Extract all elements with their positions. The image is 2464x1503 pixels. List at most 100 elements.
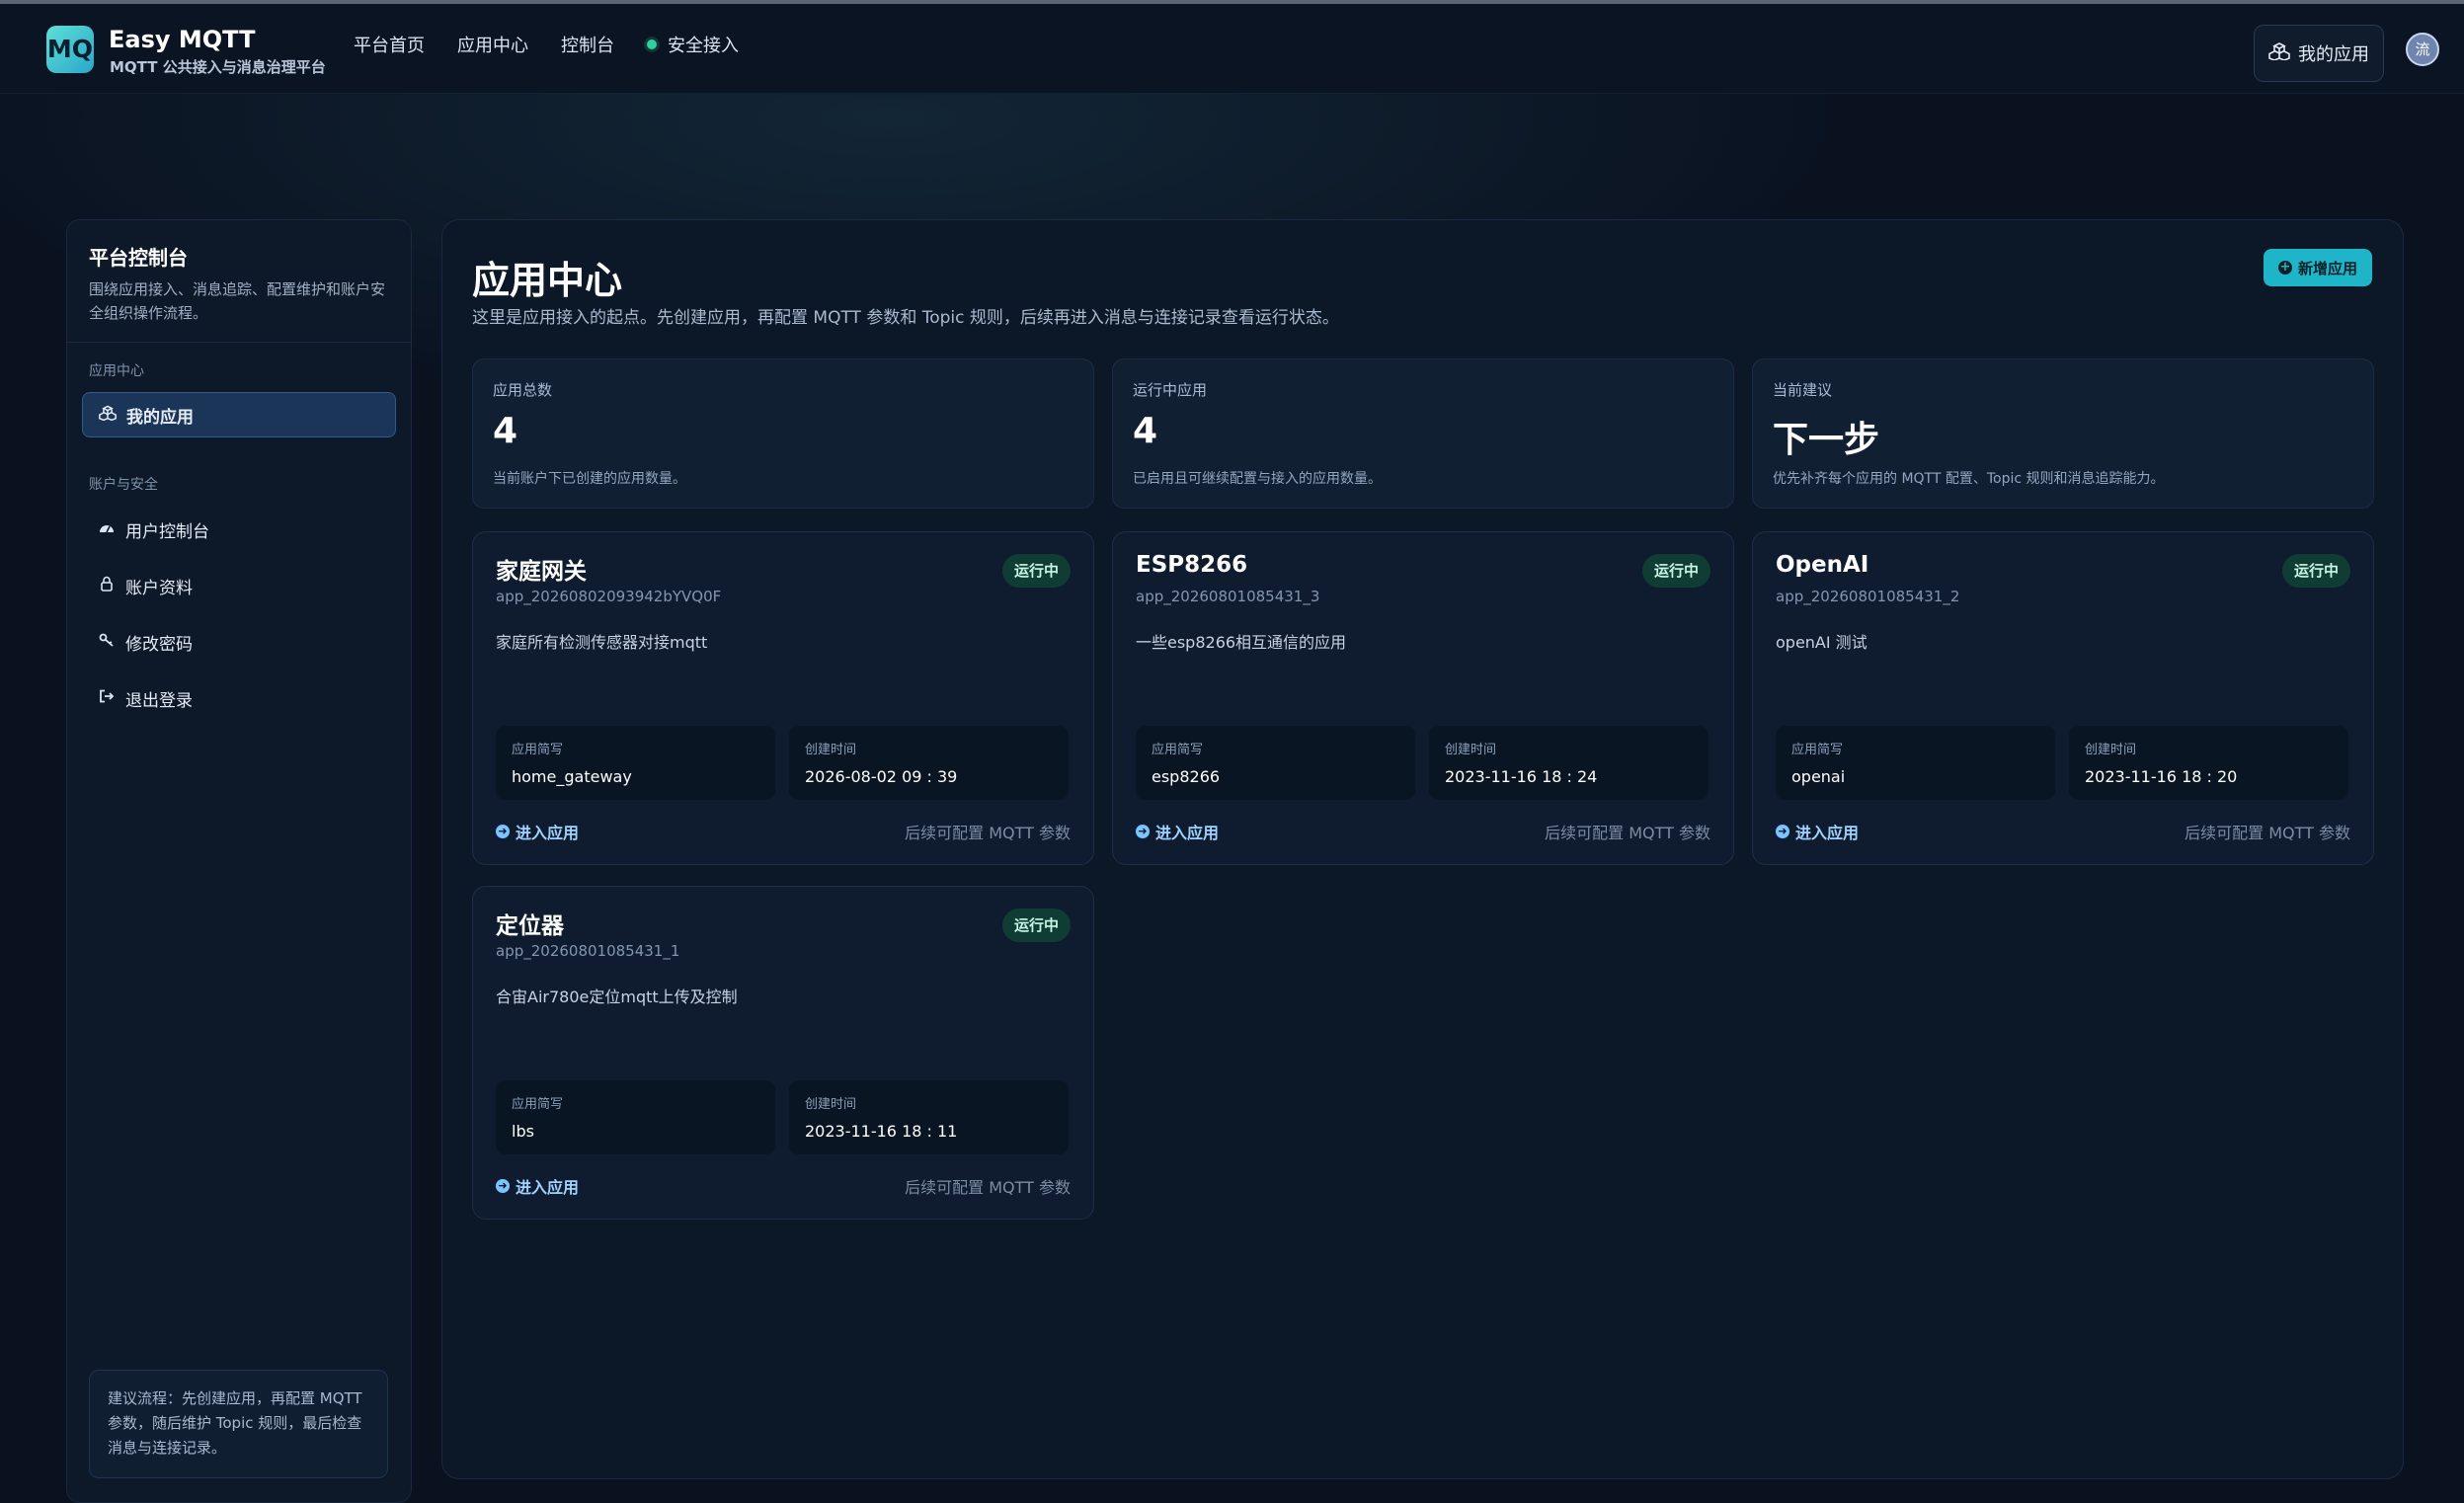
my-apps-button-label: 我的应用 bbox=[2298, 44, 2369, 65]
sidebar-item-profile[interactable]: 账户资料 bbox=[82, 563, 396, 608]
meta-label: 创建时间 bbox=[805, 743, 857, 757]
app-card[interactable]: ESP8266 app_20260801085431_3 运行中 一些esp82… bbox=[1112, 531, 1734, 865]
sidebar-item-label: 退出登录 bbox=[125, 690, 193, 711]
meta-label: 创建时间 bbox=[2085, 743, 2137, 757]
meta-created-time: 创建时间 2023-11-16 18 : 11 bbox=[789, 1080, 1069, 1154]
meta-label: 应用简写 bbox=[512, 1097, 564, 1112]
meta-value: lbs bbox=[512, 1122, 534, 1141]
sidebar-group-account: 账户与安全 bbox=[89, 477, 158, 493]
top-header: MQ Easy MQTT MQTT 公共接入与消息治理平台 平台首页 应用中心 … bbox=[0, 4, 2464, 94]
stat-value: 下一步 bbox=[1773, 420, 1880, 460]
sidebar-item-password[interactable]: 修改密码 bbox=[82, 619, 396, 665]
enter-app-label: 进入应用 bbox=[516, 1178, 580, 1197]
meta-value: 2023-11-16 18 : 24 bbox=[1445, 767, 1598, 786]
sidebar-description: 围绕应用接入、消息追踪、配置维护和账户安全组织操作流程。 bbox=[89, 280, 386, 322]
enter-app-link[interactable]: ➜ 进入应用 bbox=[1776, 820, 1859, 843]
page-title: 应用中心 bbox=[472, 259, 623, 302]
main-panel: 应用中心 这里是应用接入的起点。先创建应用，再配置 MQTT 参数和 Topic… bbox=[441, 219, 2404, 1479]
app-name: 定位器 bbox=[496, 913, 564, 939]
nav-home[interactable]: 平台首页 bbox=[354, 32, 425, 57]
user-icon bbox=[98, 576, 116, 595]
sidebar-title: 平台控制台 bbox=[89, 246, 188, 270]
app-name: 家庭网关 bbox=[496, 559, 587, 585]
status-badge: 运行中 bbox=[1641, 554, 1710, 588]
cubes-icon bbox=[2268, 41, 2290, 65]
arrow-circle-right-icon: ➜ bbox=[1136, 825, 1150, 838]
logo[interactable]: MQ bbox=[46, 26, 94, 73]
sidebar-group-apps: 应用中心 bbox=[89, 363, 144, 379]
meta-short-name: 应用简写 esp8266 bbox=[1136, 726, 1415, 800]
sign-out-icon bbox=[98, 689, 116, 707]
nav-secure-access[interactable]: 安全接入 bbox=[668, 32, 739, 57]
enter-app-link[interactable]: ➜ 进入应用 bbox=[496, 820, 579, 843]
gauge-icon bbox=[98, 520, 116, 538]
app-id: app_20260801085431_2 bbox=[1776, 588, 1960, 605]
sidebar-item-my-apps[interactable]: 我的应用 bbox=[82, 392, 396, 437]
stat-value: 4 bbox=[1133, 411, 1158, 451]
nav-app-center[interactable]: 应用中心 bbox=[457, 32, 528, 57]
new-app-button[interactable]: + 新增应用 bbox=[2264, 249, 2372, 286]
meta-value: 2023-11-16 18 : 11 bbox=[805, 1122, 958, 1141]
app-id: app_20260801085431_1 bbox=[496, 942, 680, 960]
meta-value: openai bbox=[1791, 767, 1846, 786]
sidebar-divider bbox=[67, 342, 411, 343]
avatar[interactable]: 流 bbox=[2406, 33, 2439, 66]
stat-note: 优先补齐每个应用的 MQTT 配置、Topic 规则和消息追踪能力。 bbox=[1773, 471, 2165, 487]
stat-card-suggestion: 当前建议 下一步 优先补齐每个应用的 MQTT 配置、Topic 规则和消息追踪… bbox=[1752, 358, 2374, 509]
app-description: openAI 测试 bbox=[1776, 633, 1868, 652]
status-badge: 运行中 bbox=[1001, 554, 1071, 588]
new-app-button-label: 新增应用 bbox=[2297, 259, 2357, 277]
app-description: 一些esp8266相互通信的应用 bbox=[1136, 633, 1347, 652]
app-card[interactable]: 定位器 app_20260801085431_1 运行中 合宙Air780e定位… bbox=[472, 886, 1094, 1220]
sidebar-item-label: 账户资料 bbox=[125, 578, 193, 598]
app-name: OpenAI bbox=[1776, 552, 1869, 578]
sidebar-item-logout[interactable]: 退出登录 bbox=[82, 675, 396, 721]
green-dot-icon bbox=[647, 40, 657, 49]
status-badge: 运行中 bbox=[1001, 909, 1071, 942]
card-hint: 后续可配置 MQTT 参数 bbox=[905, 824, 1071, 842]
card-hint: 后续可配置 MQTT 参数 bbox=[1545, 824, 1710, 842]
app-name: ESP8266 bbox=[1136, 552, 1248, 578]
meta-created-time: 创建时间 2026-08-02 09 : 39 bbox=[789, 726, 1069, 800]
enter-app-label: 进入应用 bbox=[1795, 824, 1860, 842]
meta-short-name: 应用简写 openai bbox=[1776, 726, 2055, 800]
arrow-circle-right-icon: ➜ bbox=[1776, 825, 1789, 838]
meta-label: 应用简写 bbox=[512, 743, 564, 757]
key-icon bbox=[98, 633, 116, 651]
card-hint: 后续可配置 MQTT 参数 bbox=[2185, 824, 2350, 842]
meta-short-name: 应用简写 lbs bbox=[496, 1080, 775, 1154]
meta-value: 2023-11-16 18 : 20 bbox=[2085, 767, 2238, 786]
meta-created-time: 创建时间 2023-11-16 18 : 20 bbox=[2069, 726, 2348, 800]
my-apps-button[interactable]: 我的应用 bbox=[2254, 25, 2384, 82]
sidebar: 平台控制台 围绕应用接入、消息追踪、配置维护和账户安全组织操作流程。 应用中心 … bbox=[66, 219, 412, 1503]
enter-app-label: 进入应用 bbox=[516, 824, 580, 842]
sidebar-item-label: 我的应用 bbox=[126, 407, 194, 428]
arrow-circle-right-icon: ➜ bbox=[496, 825, 510, 838]
app-description: 家庭所有检测传感器对接mqtt bbox=[496, 633, 708, 652]
stat-label: 运行中应用 bbox=[1133, 381, 1208, 399]
meta-short-name: 应用简写 home_gateway bbox=[496, 726, 775, 800]
page-description: 这里是应用接入的起点。先创建应用，再配置 MQTT 参数和 Topic 规则，后… bbox=[472, 308, 1339, 328]
sidebar-item-label: 修改密码 bbox=[125, 634, 193, 655]
cubes-icon bbox=[99, 405, 117, 425]
nav-console[interactable]: 控制台 bbox=[561, 32, 614, 57]
sidebar-tip: 建议流程：先创建应用，再配置 MQTT 参数，随后维护 Topic 规则，最后检… bbox=[89, 1370, 388, 1478]
meta-value: home_gateway bbox=[512, 767, 632, 786]
stat-note: 已启用且可继续配置与接入的应用数量。 bbox=[1133, 471, 1382, 487]
stat-label: 当前建议 bbox=[1773, 381, 1833, 399]
brand-title[interactable]: Easy MQTT bbox=[109, 26, 255, 53]
stat-label: 应用总数 bbox=[493, 381, 553, 399]
stat-card-running: 运行中应用 4 已启用且可继续配置与接入的应用数量。 bbox=[1112, 358, 1734, 509]
meta-value: esp8266 bbox=[1152, 767, 1221, 786]
app-card[interactable]: OpenAI app_20260801085431_2 运行中 openAI 测… bbox=[1752, 531, 2374, 865]
meta-label: 应用简写 bbox=[1791, 743, 1844, 757]
card-hint: 后续可配置 MQTT 参数 bbox=[905, 1178, 1071, 1197]
sidebar-item-dashboard[interactable]: 用户控制台 bbox=[82, 507, 396, 552]
app-card[interactable]: 家庭网关 app_20260802093942bYVQ0F 运行中 家庭所有检测… bbox=[472, 531, 1094, 865]
meta-created-time: 创建时间 2023-11-16 18 : 24 bbox=[1429, 726, 1709, 800]
meta-label: 应用简写 bbox=[1152, 743, 1204, 757]
stat-card-total: 应用总数 4 当前账户下已创建的应用数量。 bbox=[472, 358, 1094, 509]
enter-app-link[interactable]: ➜ 进入应用 bbox=[496, 1174, 579, 1198]
brand-subtitle: MQTT 公共接入与消息治理平台 bbox=[110, 58, 326, 76]
enter-app-link[interactable]: ➜ 进入应用 bbox=[1136, 820, 1219, 843]
